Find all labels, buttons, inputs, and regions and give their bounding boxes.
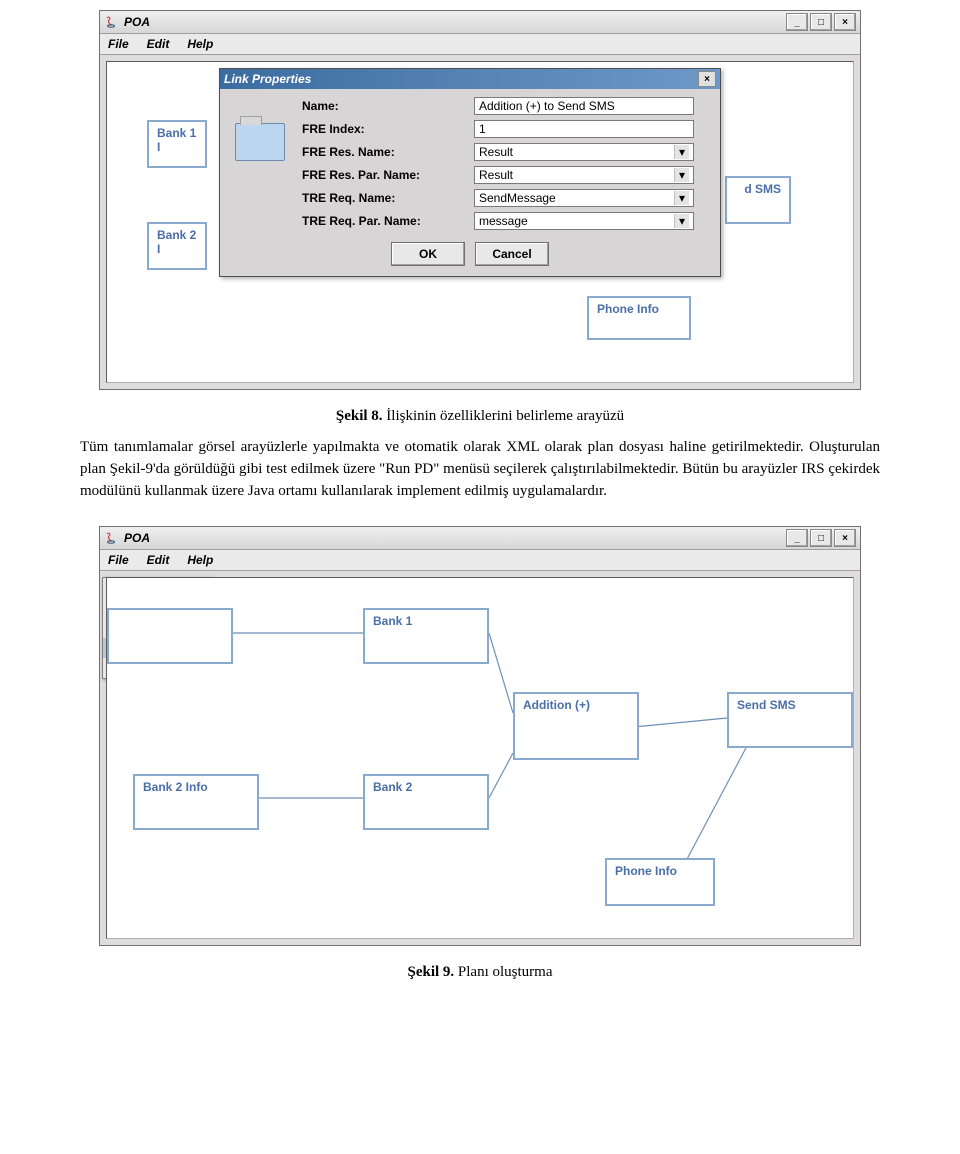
window-title: POA — [124, 15, 786, 29]
canvas[interactable]: Bank 1 Addition (+) Send SMS Bank 2 Info… — [106, 577, 854, 939]
label-name: Name: — [302, 99, 470, 113]
label-tre-req-name: TRE Req. Name: — [302, 191, 470, 205]
node-phone-info[interactable]: Phone Info — [605, 858, 715, 906]
menu-edit[interactable]: Edit — [147, 37, 170, 51]
minimize-button[interactable]: _ — [786, 13, 808, 31]
node-addition[interactable]: Addition (+) — [513, 692, 639, 760]
combo-tre-req-par-name[interactable]: message▾ — [474, 212, 694, 230]
combo-fre-res-name[interactable]: Result▾ — [474, 143, 694, 161]
menu-help[interactable]: Help — [187, 37, 213, 51]
node-phone-info[interactable]: Phone Info — [587, 296, 691, 340]
close-button[interactable]: × — [834, 529, 856, 547]
titlebar: POA _ □ × — [100, 11, 860, 34]
chevron-down-icon: ▾ — [674, 168, 689, 182]
dialog-title: Link Properties — [224, 72, 698, 86]
node-bank1[interactable]: Bank 1 — [363, 608, 489, 664]
close-button[interactable]: × — [834, 13, 856, 31]
node-send-sms[interactable]: Send SMS — [727, 692, 853, 748]
java-cup-icon — [104, 531, 118, 545]
chevron-down-icon: ▾ — [674, 191, 689, 205]
dialog-titlebar: Link Properties × — [220, 69, 720, 89]
titlebar: POA _ □ × — [100, 527, 860, 550]
label-fre-res-name: FRE Res. Name: — [302, 145, 470, 159]
chevron-down-icon: ▾ — [674, 214, 689, 228]
input-name[interactable] — [474, 97, 694, 115]
node-bank1[interactable]: Bank 1 I — [147, 120, 207, 168]
menu-file[interactable]: File — [108, 37, 129, 51]
combo-tre-req-name[interactable]: SendMessage▾ — [474, 189, 694, 207]
cancel-button[interactable]: Cancel — [475, 242, 549, 266]
maximize-button[interactable]: □ — [810, 529, 832, 547]
java-cup-icon — [104, 15, 118, 29]
menu-file[interactable]: File — [108, 553, 129, 567]
dialog-close-button[interactable]: × — [698, 71, 716, 87]
window-icon — [235, 123, 285, 161]
figure-caption-9: Şekil 9. Planı oluşturma — [80, 964, 880, 981]
menu-help[interactable]: Help — [187, 553, 213, 567]
dialog-form: Name: FRE Index: FRE Res. Name: Result▾ … — [302, 97, 694, 230]
poa-window-1: POA _ □ × File Edit Help Bank 1 I Bank 2… — [99, 10, 861, 390]
label-fre-index: FRE Index: — [302, 122, 470, 136]
menubar: File Edit Help — [100, 550, 860, 571]
canvas[interactable]: Bank 1 I Bank 2 I d SMS Phone Info Link … — [106, 61, 854, 383]
node-bank2[interactable]: Bank 2 — [363, 774, 489, 830]
node-bank2[interactable]: Bank 2 I — [147, 222, 207, 270]
link-properties-dialog: Link Properties × Name: FRE Index: FRE R… — [219, 68, 721, 277]
minimize-button[interactable]: _ — [786, 529, 808, 547]
ok-button[interactable]: OK — [391, 242, 465, 266]
node-bank2-info[interactable]: Bank 2 Info — [133, 774, 259, 830]
label-tre-req-par-name: TRE Req. Par. Name: — [302, 214, 470, 228]
figure-caption-8: Şekil 8. İlişkinin özelliklerini belirle… — [80, 408, 880, 425]
input-fre-index[interactable] — [474, 120, 694, 138]
chevron-down-icon: ▾ — [674, 145, 689, 159]
maximize-button[interactable]: □ — [810, 13, 832, 31]
menubar: File Edit Help — [100, 34, 860, 55]
node-bank1-info[interactable] — [107, 608, 233, 664]
dialog-icon — [228, 97, 292, 187]
menu-edit[interactable]: Edit — [147, 553, 170, 567]
label-fre-res-par-name: FRE Res. Par. Name: — [302, 168, 470, 182]
poa-window-2: POA _ □ × File Edit Help Save Schema Ope… — [99, 526, 861, 946]
node-send-sms-partial[interactable]: d SMS — [725, 176, 791, 224]
body-paragraph: Tüm tanımlamalar görsel arayüzlerle yapı… — [80, 437, 880, 502]
window-title: POA — [124, 531, 786, 545]
combo-fre-res-par-name[interactable]: Result▾ — [474, 166, 694, 184]
